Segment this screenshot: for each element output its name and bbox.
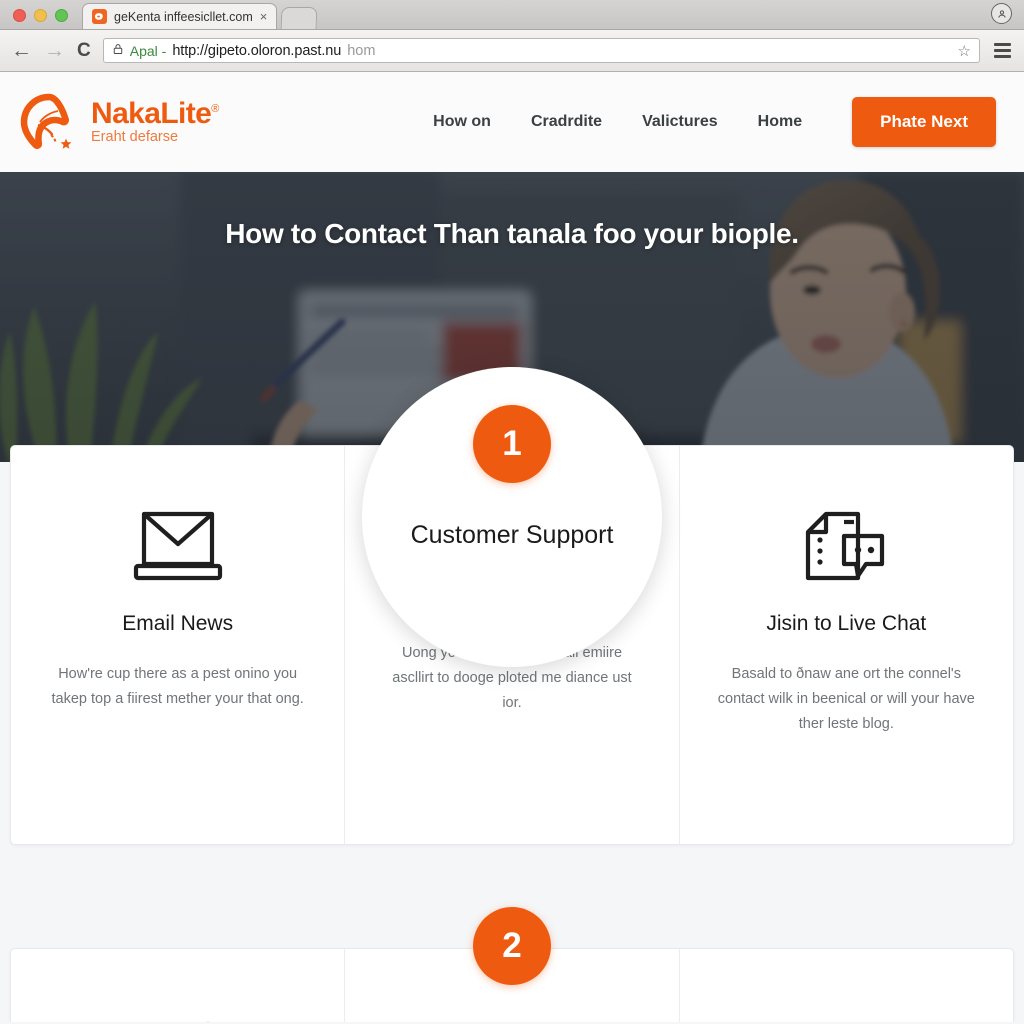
minimize-window-button[interactable] [34,9,47,22]
lock-icon [112,42,124,59]
envelope-icon [47,498,308,598]
card-contact-card[interactable]: 2 [11,949,344,1022]
close-window-button[interactable] [13,9,26,22]
site-navigation: How on Cradrdite Valictures Home Phate N… [433,97,996,147]
url-path-text: hom [347,42,376,59]
new-tab-button[interactable] [280,7,318,29]
profile-avatar-icon[interactable] [991,3,1012,24]
favicon-icon [92,9,107,24]
card-chat-bubbles[interactable] [678,949,1013,1022]
step-badge-1: 1 [473,405,551,483]
brand-name: NakaLite® [91,96,219,130]
brand-tagline: Eraht defarse [91,128,179,145]
registered-mark: ® [211,102,219,115]
page-content: NakaLite® Eraht defarse How on Cradrdite… [0,72,1024,1022]
nav-link-cradrdite[interactable]: Cradrdite [531,113,602,131]
card-title: Email News [122,612,234,635]
contact-card-icon: 2 [47,1009,308,1022]
menu-icon[interactable] [992,41,1013,60]
browser-window: geKenta inffeesicllet.com × ← → C Apal -… [0,0,1024,1024]
bookmark-star-icon[interactable]: ☆ [958,42,971,60]
nav-link-valictures[interactable]: Valictures [642,113,718,131]
close-icon[interactable]: × [260,10,268,23]
card-body: How're cup there as a pest onino you tak… [51,666,304,707]
nav-link-home[interactable]: Home [758,113,802,131]
browser-tabstrip: geKenta inffeesicllet.com × [0,0,1024,30]
building-chat-icon [716,498,977,598]
step-circle-2: 2 [473,907,551,985]
card-title: Jisin to Live Chat [766,612,927,635]
url-text: http://gipeto.oloron.past.nu [172,42,342,59]
card-body: Basald to ðnaw ane ort the connel's cont… [717,666,975,732]
window-traffic-lights [0,9,78,29]
brand-logo[interactable]: NakaLite® Eraht defarse [18,91,219,153]
back-button[interactable]: ← [11,40,32,61]
tab-title: geKenta inffeesicllet.com [114,9,253,24]
chat-bubbles-icon [716,1009,977,1022]
logo-mark-icon [18,91,80,153]
cta-button[interactable]: Phate Next [852,97,996,147]
step-circle-1: 1 Customer Support [362,367,662,667]
reload-button[interactable]: C [77,40,91,62]
maximize-window-button[interactable] [55,9,68,22]
step-badge-2: 2 [473,907,551,985]
hero-title: How to Contact Than tanala foo your biop… [225,218,799,249]
address-bar[interactable]: Apal - http://gipeto.oloron.past.nu hom … [102,38,980,63]
forward-button[interactable]: → [44,40,65,61]
card-email-news[interactable]: Email News How're cup there as a pest on… [11,446,344,844]
site-header: NakaLite® Eraht defarse How on Cradrdite… [0,72,1024,172]
browser-tab[interactable]: geKenta inffeesicllet.com × [82,3,278,29]
browser-toolbar: ← → C Apal - http://gipeto.oloron.past.n… [0,30,1024,72]
step-title-1: Customer Support [410,521,614,549]
card-live-chat-join[interactable]: Jisin to Live Chat Basald to ðnaw ane or… [678,446,1013,844]
security-label: Apal - [129,42,167,59]
nav-link-how-on[interactable]: How on [433,113,491,131]
